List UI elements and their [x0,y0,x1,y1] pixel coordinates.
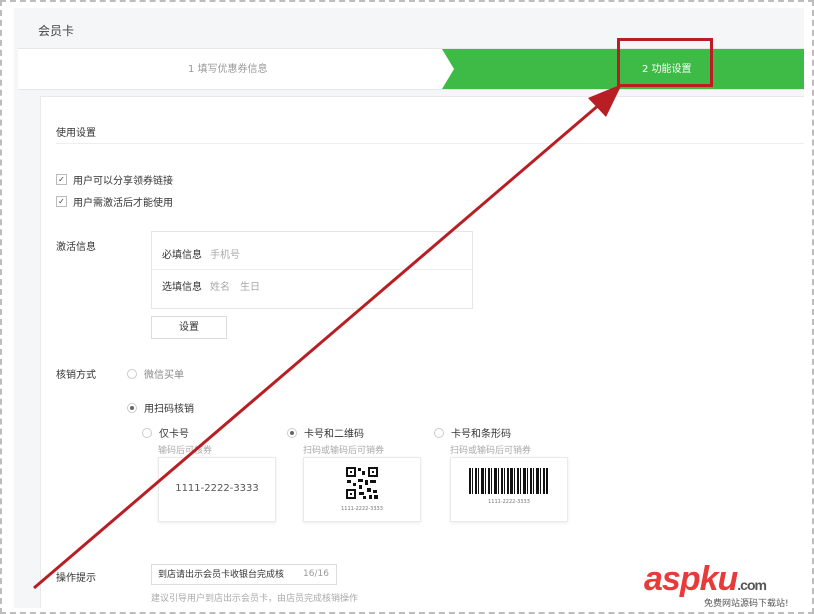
watermark-asp: asp [644,560,701,598]
watermark-ku: ku [699,560,739,598]
watermark-tagline: 免费网站源码下载站! [704,599,789,609]
watermark-com: .com [737,577,767,593]
annotation-arrow-icon [33,84,622,590]
watermark-logo: aspku.com [644,560,767,599]
